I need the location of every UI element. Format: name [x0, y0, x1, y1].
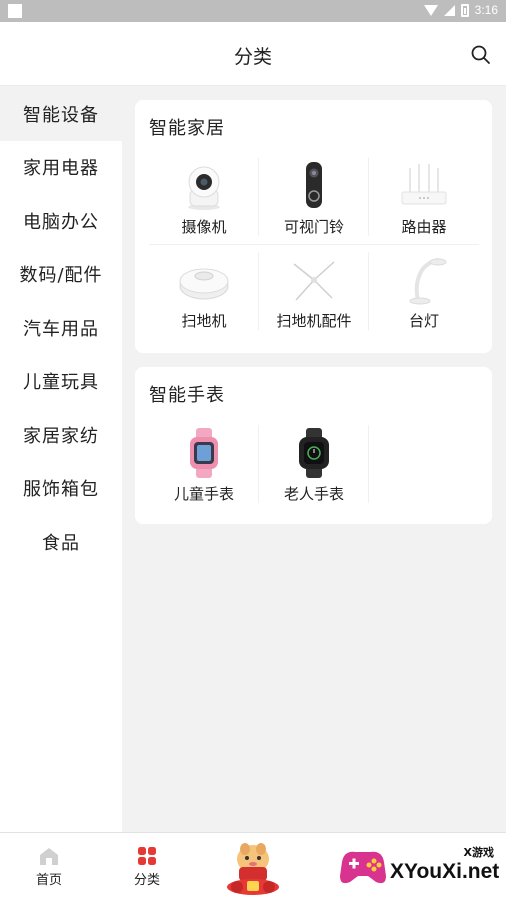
category-item-elder-watch[interactable]: 老人手表 — [259, 417, 369, 511]
app-header: 分类 — [0, 22, 506, 86]
category-item-kids-watch[interactable]: 儿童手表 — [149, 417, 259, 511]
category-icon — [138, 847, 156, 865]
category-item-label: 扫地机 — [181, 312, 227, 330]
battery-icon — [460, 3, 469, 17]
signal-icon — [443, 4, 455, 16]
section-card-smart-home: 智能家居 摄像机 可视门铃 路由器 扫地机 扫地机配件 台灯 — [135, 100, 492, 353]
row-divider — [149, 244, 479, 245]
search-icon[interactable] — [470, 44, 492, 66]
status-bar: 3:16 — [0, 0, 506, 22]
tab-label: 首页 — [35, 873, 62, 888]
sidebar-item-digital-accessories[interactable]: 数码/配件 — [0, 248, 122, 302]
router-icon — [401, 164, 447, 205]
sidebar-item-kids-toys[interactable]: 儿童玩具 — [0, 355, 122, 409]
doorbell-icon — [306, 162, 322, 208]
sidebar-item-computers-office[interactable]: 电脑办公 — [0, 194, 122, 248]
section-card-smart-watch: 智能手表 儿童手表 老人手表 — [135, 367, 492, 524]
sidebar-item-smart-devices[interactable]: 智能设备 — [0, 87, 122, 141]
page-title: 分类 — [233, 46, 272, 68]
tab-home[interactable]: 首页 — [14, 833, 84, 900]
new-year-mascot-icon — [227, 843, 279, 895]
category-item-label: 可视门铃 — [283, 218, 344, 236]
category-item-camera[interactable]: 摄像机 — [149, 150, 259, 244]
category-item-robot-vacuum[interactable]: 扫地机 — [149, 244, 259, 338]
wifi-icon — [423, 4, 438, 16]
category-sidebar: 智能设备 家用电器 电脑办公 数码/配件 汽车用品 儿童玩具 家居家纺 服饰箱包… — [0, 87, 122, 832]
watermark: X游戏 XYouXi.net — [336, 836, 502, 896]
category-item-vacuum-accessory[interactable]: 扫地机配件 — [259, 244, 369, 338]
category-item-label: 摄像机 — [181, 218, 227, 236]
sidebar-item-food[interactable]: 食品 — [0, 515, 122, 569]
category-item-label: 台灯 — [408, 312, 439, 330]
watermark-small-text: X游戏 — [463, 846, 494, 859]
section-title: 智能手表 — [149, 385, 225, 406]
category-content: 智能家居 摄像机 可视门铃 路由器 扫地机 扫地机配件 台灯 智能手表 儿童手表… — [122, 87, 506, 832]
tab-category[interactable]: 分类 — [112, 833, 182, 900]
sidebar-item-apparel-bags[interactable]: 服饰箱包 — [0, 462, 122, 516]
sidebar-item-car-supplies[interactable]: 汽车用品 — [0, 301, 122, 355]
category-item-desk-lamp[interactable]: 台灯 — [369, 244, 479, 338]
section-title: 智能家居 — [149, 118, 225, 139]
robot-vacuum-icon — [179, 268, 229, 300]
category-item-doorbell[interactable]: 可视门铃 — [259, 150, 369, 244]
watermark-site-text: XYouXi.net — [390, 860, 500, 883]
brush-accessory-icon — [293, 261, 335, 301]
tab-promo[interactable] — [220, 833, 286, 900]
category-item-label: 儿童手表 — [173, 485, 234, 503]
notification-icon — [8, 4, 22, 18]
sidebar-item-home-textiles[interactable]: 家居家纺 — [0, 408, 122, 462]
category-item-empty — [369, 417, 479, 511]
home-icon — [40, 848, 58, 865]
category-item-label: 老人手表 — [283, 485, 344, 503]
elder-watch-icon — [299, 428, 329, 478]
category-item-router[interactable]: 路由器 — [369, 150, 479, 244]
desk-lamp-icon — [409, 258, 447, 305]
camera-icon — [188, 166, 220, 210]
kids-watch-icon — [190, 428, 218, 478]
category-item-label: 扫地机配件 — [276, 312, 352, 330]
gamepad-logo-icon — [340, 851, 386, 884]
tab-label: 分类 — [133, 873, 160, 888]
status-time: 3:16 — [474, 3, 498, 17]
category-item-label: 路由器 — [401, 218, 447, 236]
sidebar-item-home-appliances[interactable]: 家用电器 — [0, 141, 122, 195]
